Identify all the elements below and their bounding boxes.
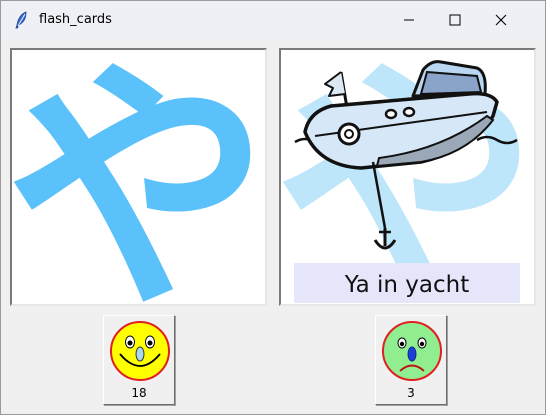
answer-caption: Ya in yacht <box>344 272 470 298</box>
feather-icon <box>12 10 32 30</box>
maximize-button[interactable] <box>432 1 478 39</box>
answer-card: や Ya in yacht <box>279 48 536 306</box>
wrong-button[interactable]: 3 <box>375 315 447 405</box>
title-bar[interactable]: flash_cards <box>1 1 545 39</box>
close-icon <box>495 14 507 26</box>
maximize-icon <box>449 14 461 26</box>
wrong-count: 3 <box>407 386 415 400</box>
minimize-icon <box>404 19 414 21</box>
minimize-button[interactable] <box>386 1 432 39</box>
app-window: flash_cards や や Ya in yacht 18 3 <box>0 0 546 415</box>
window-title: flash_cards <box>39 12 112 27</box>
kana-image: や <box>12 50 265 304</box>
yacht-illustration: や Ya in yacht <box>281 50 534 304</box>
correct-button[interactable]: 18 <box>103 315 175 405</box>
happy-face-icon <box>110 321 170 381</box>
correct-count: 18 <box>131 386 147 400</box>
sad-face-icon <box>382 321 442 381</box>
close-button[interactable] <box>478 1 524 39</box>
question-card: や <box>10 48 267 306</box>
kana-glyph: や <box>12 50 265 304</box>
